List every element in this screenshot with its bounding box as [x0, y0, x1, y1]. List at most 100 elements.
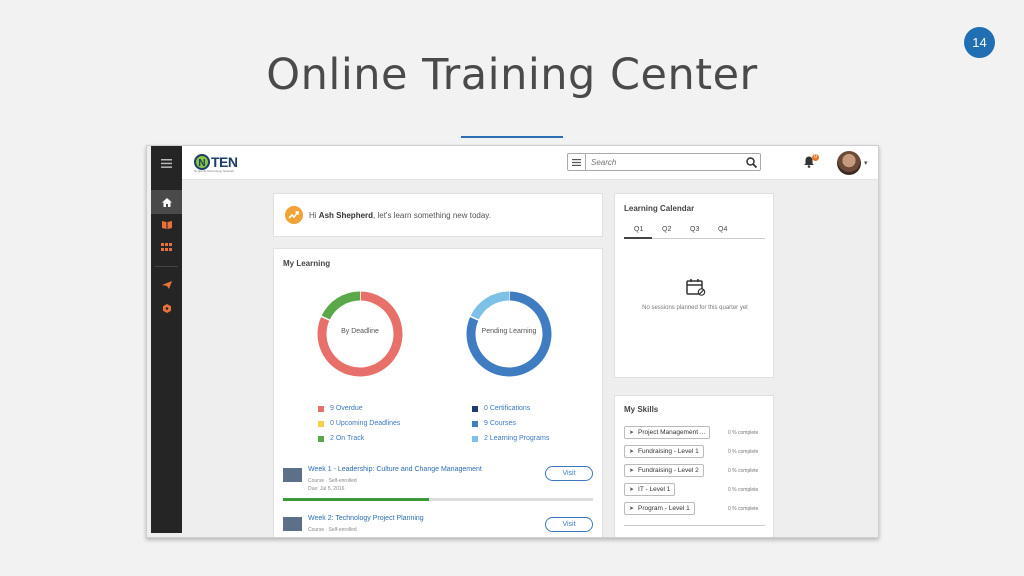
skill-complete: 0 % complete: [728, 430, 759, 436]
my-learning-card: My Learning By Deadline Pending Learning…: [273, 248, 603, 537]
learning-calendar-title: Learning Calendar: [624, 204, 695, 213]
legend-label: 9 Courses: [484, 420, 516, 427]
skill-name: Fundraising - Level 1: [638, 448, 699, 455]
legend-swatch: [472, 405, 478, 412]
top-bar: N TEN Nonprofit Technology Network 0 ▾: [182, 146, 878, 180]
by-deadline-label: By Deadline: [341, 328, 379, 335]
search-input[interactable]: [586, 157, 742, 167]
title-divider: [461, 136, 563, 138]
sidebar-item-badge[interactable]: [151, 296, 182, 320]
sidebar-item-paper-plane[interactable]: [151, 273, 182, 297]
skills-divider: [624, 525, 765, 526]
app-screenshot: N TEN Nonprofit Technology Network 0 ▾ H…: [146, 145, 879, 538]
course-title[interactable]: Week 2: Technology Project Planning: [308, 515, 424, 522]
paper-plane-icon: ➤: [629, 449, 635, 455]
legend-label: 0 Certifications: [484, 405, 531, 412]
notification-badge: 0: [812, 154, 819, 161]
logo-subtitle: Nonprofit Technology Network: [194, 169, 234, 173]
skill-complete: 0 % complete: [728, 468, 759, 474]
tab-q1[interactable]: Q1: [634, 226, 643, 233]
menu-icon: [572, 158, 581, 166]
tab-q2[interactable]: Q2: [662, 226, 671, 233]
sidebar-item-grid[interactable]: [151, 235, 182, 259]
skill-name: Project Management ...: [638, 429, 706, 436]
course-thumbnail[interactable]: [283, 468, 302, 482]
home-icon: [161, 197, 172, 207]
skill-chip[interactable]: ➤ Fundraising - Level 1: [624, 445, 704, 458]
legend-label: 0 Upcoming Deadlines: [330, 420, 401, 427]
legend-swatch: [472, 435, 478, 442]
legend-swatch: [318, 420, 324, 427]
sidebar: [151, 146, 182, 533]
legend-overdue[interactable]: 9 Overdue: [318, 405, 363, 412]
skill-chip[interactable]: ➤ IT - Level 1: [624, 483, 676, 496]
paper-plane-icon: ➤: [629, 430, 635, 436]
greeting-card: Hi Ash Shepherd, let's learn something n…: [273, 193, 603, 237]
visit-button[interactable]: Visit: [545, 517, 593, 532]
sidebar-item-home[interactable]: [151, 190, 182, 214]
skill-complete: 0 % complete: [728, 487, 759, 493]
legend-swatch: [318, 435, 324, 442]
course-progress-fill: [283, 498, 429, 501]
legend-swatch: [318, 405, 324, 412]
search-bar: [567, 153, 761, 171]
pending-learning-label: Pending Learning: [481, 328, 537, 335]
calendar-icon: [686, 279, 706, 296]
paper-plane-icon: [161, 281, 172, 289]
paper-plane-icon: ➤: [629, 506, 635, 512]
sidebar-divider: [155, 266, 178, 267]
skill-complete: 0 % complete: [728, 506, 759, 512]
legend-swatch: [472, 420, 478, 427]
skill-chip[interactable]: ➤ Project Management ...: [624, 426, 711, 439]
greeting-prefix: Hi: [309, 211, 317, 220]
donut-slice-on-track[interactable]: [321, 291, 361, 321]
paper-plane-icon: ➤: [629, 487, 635, 493]
skill-name: Program - Level 1: [638, 505, 690, 512]
paper-plane-icon: ➤: [629, 468, 635, 474]
course-title[interactable]: Week 1 - Leadership: Culture and Change …: [308, 466, 482, 473]
sidebar-item-book[interactable]: [151, 213, 182, 237]
visit-button[interactable]: Visit: [545, 466, 593, 481]
skill-name: Fundraising - Level 2: [638, 467, 699, 474]
legend-upcoming-deadlines[interactable]: 0 Upcoming Deadlines: [318, 420, 400, 427]
my-skills-card: My Skills ➤ Project Management ... 0 % co…: [614, 395, 774, 537]
book-icon: [161, 221, 172, 229]
greeting-text: Hi Ash Shepherd, let's learn something n…: [309, 211, 491, 220]
legend-certifications[interactable]: 0 Certifications: [472, 405, 530, 412]
tab-q3[interactable]: Q3: [690, 226, 699, 233]
skill-name: IT - Level 1: [638, 486, 671, 493]
logo-n: N: [194, 154, 210, 170]
legend-label: 9 Overdue: [330, 405, 363, 412]
learning-calendar-card: Learning Calendar Q1 Q2 Q3 Q4 No session…: [614, 193, 774, 378]
legend-label: 2 On Track: [330, 435, 365, 442]
skill-chip[interactable]: ➤ Fundraising - Level 2: [624, 464, 704, 477]
donut-slice-learning-programs[interactable]: [470, 291, 510, 321]
trending-icon: [285, 206, 303, 224]
legend-label: 2 Learning Programs: [484, 435, 550, 442]
search-filter-button[interactable]: [568, 154, 586, 170]
user-name: Ash Shepherd: [318, 211, 374, 220]
avatar[interactable]: [837, 151, 861, 175]
active-tab-indicator: [624, 237, 652, 239]
legend-learning-programs[interactable]: 2 Learning Programs: [472, 435, 549, 442]
menu-icon[interactable]: [151, 151, 182, 175]
course-progress-bar: [283, 498, 593, 501]
badge-icon: [162, 303, 171, 313]
greeting-suffix: , let's learn something new today.: [373, 211, 491, 220]
grid-icon: [161, 243, 172, 251]
course-type: Course · Self-enrolled: [308, 527, 357, 533]
my-learning-title: My Learning: [283, 259, 331, 268]
course-thumbnail[interactable]: [283, 517, 302, 531]
legend-on-track[interactable]: 2 On Track: [318, 435, 364, 442]
skill-chip[interactable]: ➤ Program - Level 1: [624, 502, 695, 515]
course-due-date: Due: Jul 5, 2016: [308, 486, 345, 492]
my-skills-title: My Skills: [624, 405, 659, 414]
chevron-down-icon[interactable]: ▾: [864, 159, 868, 167]
skill-complete: 0 % complete: [728, 449, 759, 455]
calendar-empty-message: No sessions planned for this quarter yet: [642, 305, 748, 311]
legend-courses[interactable]: 9 Courses: [472, 420, 516, 427]
tab-q4[interactable]: Q4: [718, 226, 727, 233]
logo-text: TEN: [211, 154, 238, 170]
slide-title: Online Training Center: [266, 50, 758, 100]
search-button[interactable]: [742, 156, 760, 168]
